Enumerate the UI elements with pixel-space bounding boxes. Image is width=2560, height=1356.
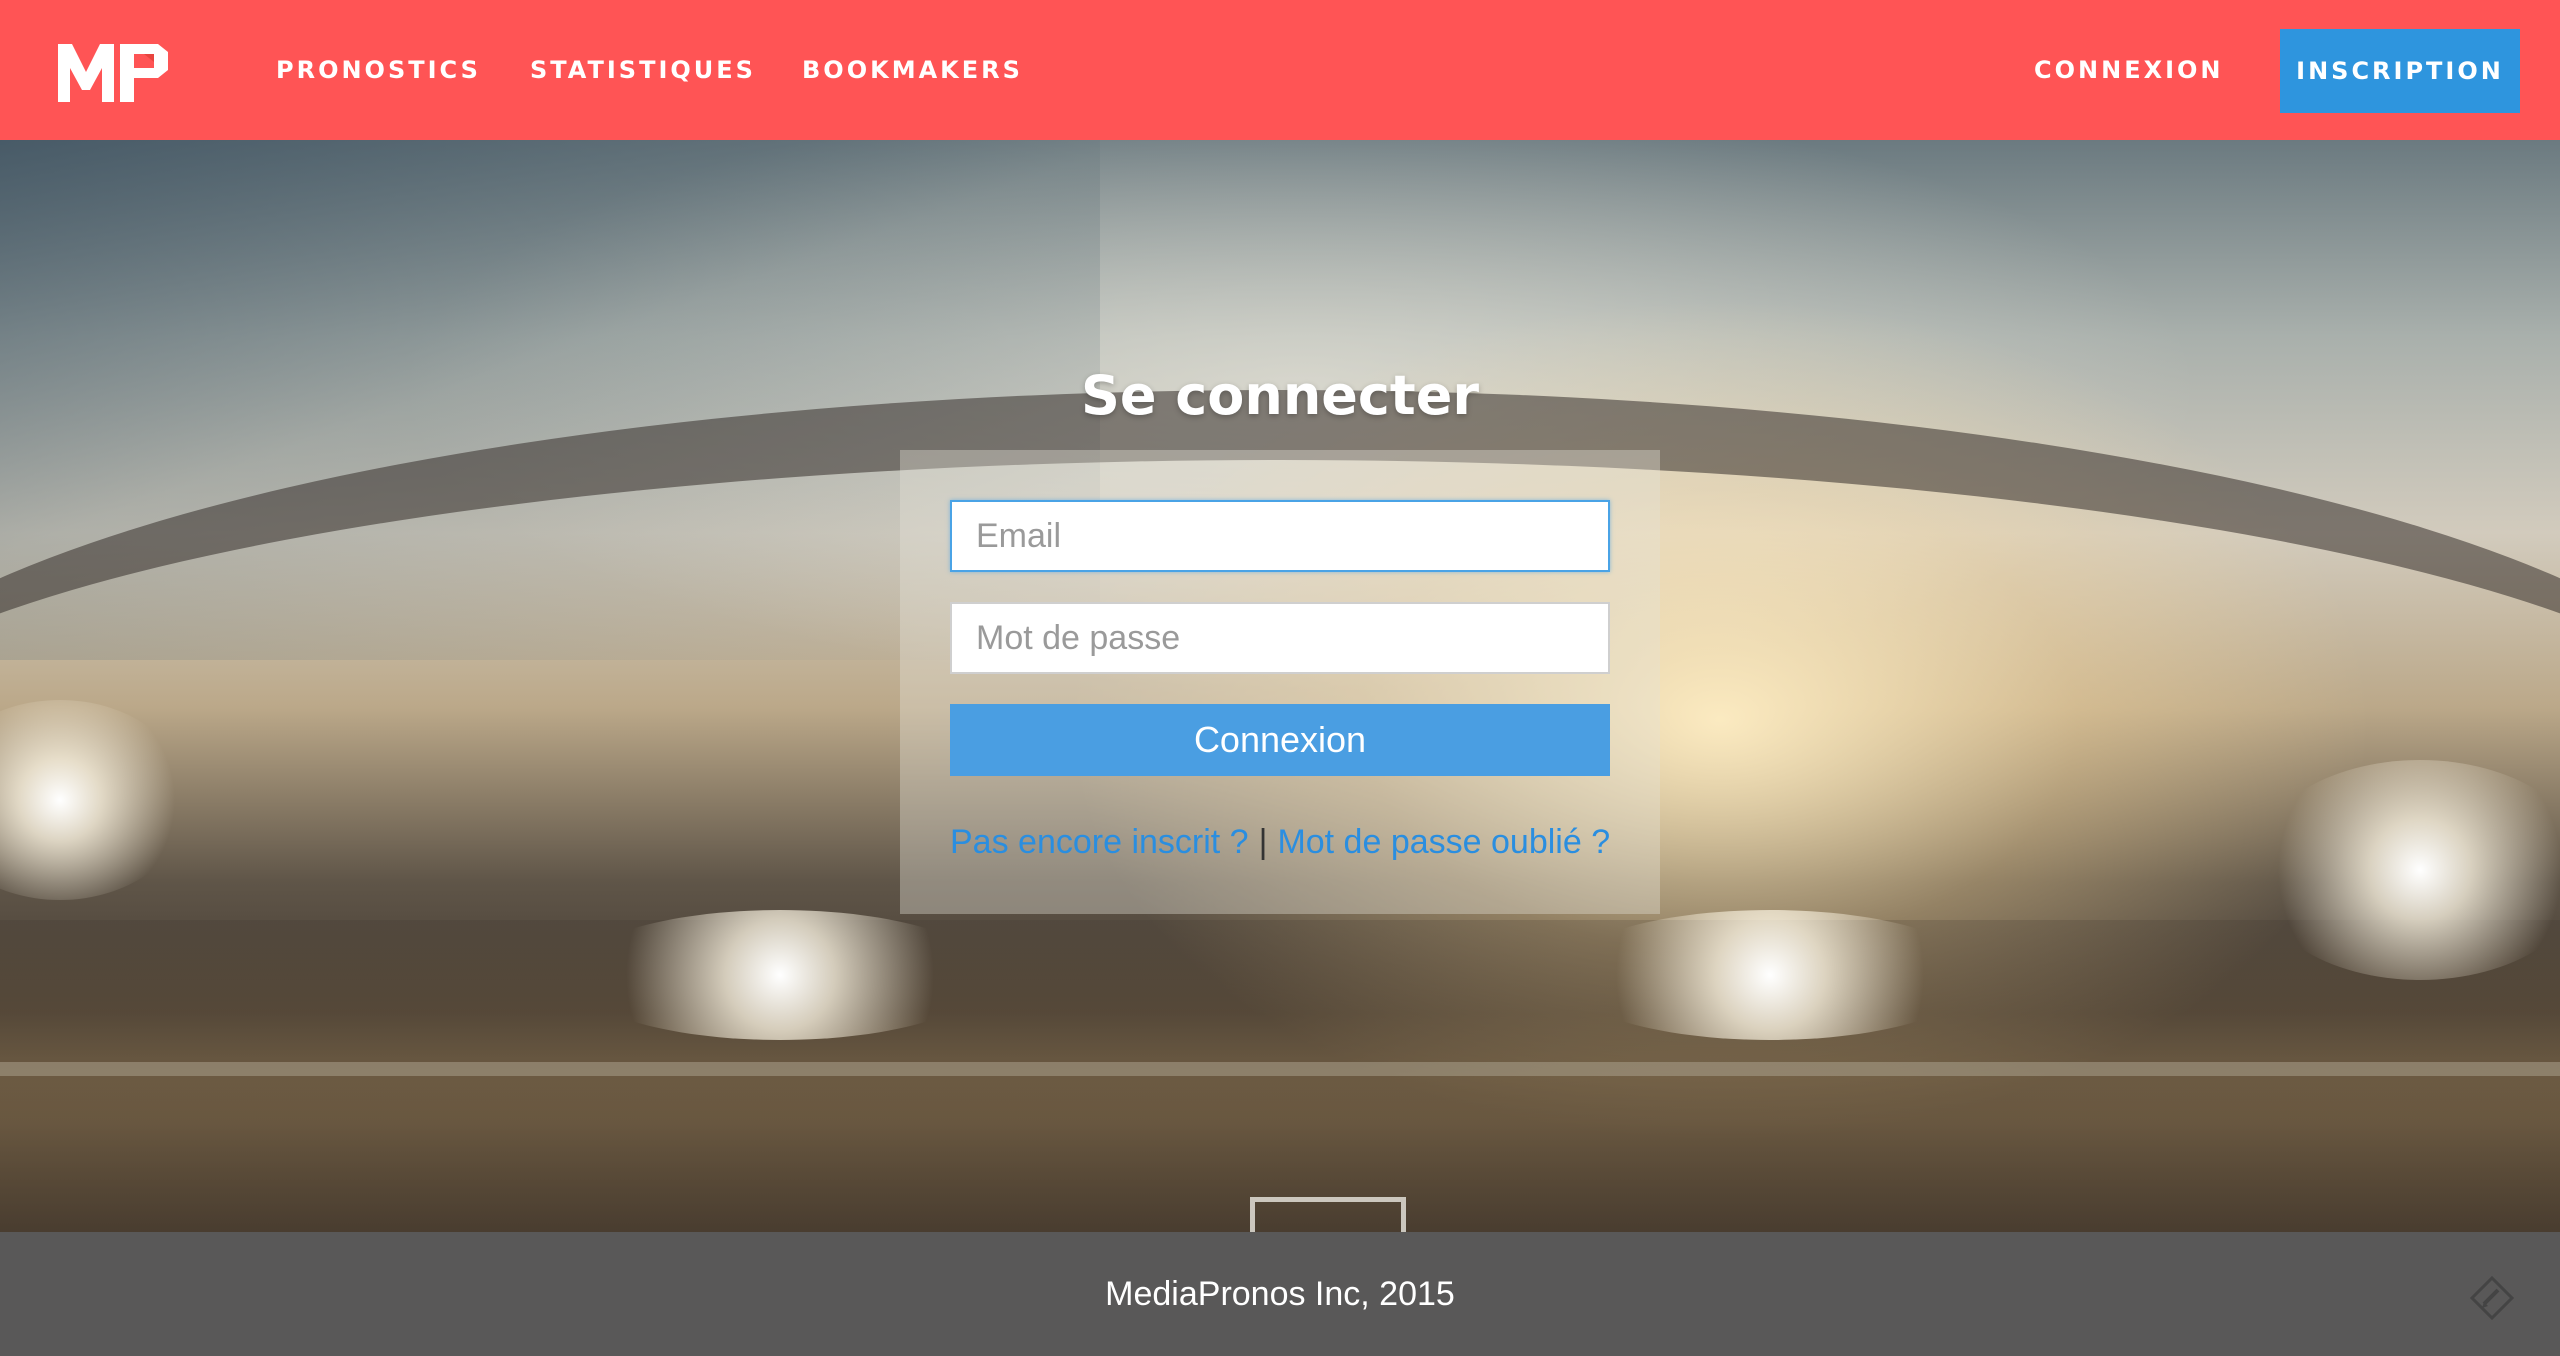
mp-logo-icon[interactable] (58, 38, 168, 102)
register-link[interactable]: Pas encore inscrit ? (950, 823, 1249, 861)
floodlight (570, 910, 990, 1040)
copyright-text: MediaPronos Inc, 2015 (1105, 1275, 1455, 1313)
nav-bookmakers[interactable]: BOOKMAKERS (802, 52, 1023, 88)
login-form: Connexion Pas encore inscrit ?|Mot de pa… (900, 450, 1660, 914)
stadium-background: Se connecter Connexion Pas encore inscri… (0, 140, 2560, 1232)
link-separator: | (1258, 823, 1268, 861)
auth-links: Pas encore inscrit ? | Mot de passe oublié… (950, 818, 1610, 866)
nav-statistiques[interactable]: STATISTIQUES (530, 52, 756, 88)
nav-pronostics[interactable]: PRONOSTICS (276, 52, 481, 88)
top-navbar: PRONOSTICS STATISTIQUES BOOKMAKERS CONNE… (0, 0, 2560, 140)
login-submit-button[interactable]: Connexion (950, 704, 1610, 776)
pitch-boundary (0, 1062, 2560, 1076)
password-field[interactable] (950, 602, 1610, 674)
floodlight (1560, 910, 1980, 1040)
nav-login-link[interactable]: CONNEXION (2034, 52, 2224, 88)
forgot-password-link[interactable]: Mot de passe oublié ? (1277, 823, 1610, 861)
pencil-diamond-icon[interactable] (2470, 1276, 2514, 1320)
footer: MediaPronos Inc, 2015 (0, 1232, 2560, 1356)
goal-frame (1250, 1197, 1406, 1232)
email-field[interactable] (950, 500, 1610, 572)
stadium-stands (0, 920, 2560, 1232)
page-title: Se connecter (1080, 364, 1479, 427)
signup-button[interactable]: INSCRIPTION (2280, 29, 2520, 113)
